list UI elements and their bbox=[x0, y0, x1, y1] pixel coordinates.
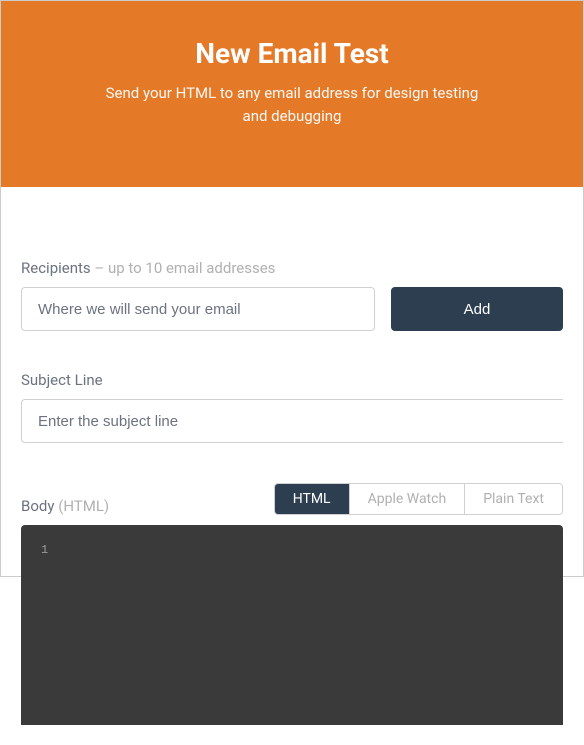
form-content: Recipients – up to 10 email addresses Ad… bbox=[1, 187, 583, 745]
tab-html[interactable]: HTML bbox=[275, 484, 350, 514]
subject-input[interactable] bbox=[21, 399, 563, 443]
tab-plain-text[interactable]: Plain Text bbox=[465, 484, 562, 514]
recipients-field-group: Recipients – up to 10 email addresses Ad… bbox=[21, 259, 563, 331]
recipients-label-text: Recipients bbox=[21, 259, 91, 277]
editor-line-number: 1 bbox=[41, 543, 48, 557]
body-hint: (HTML) bbox=[54, 497, 109, 515]
page-subtitle: Send your HTML to any email address for … bbox=[92, 82, 492, 127]
body-field-group: Body (HTML) HTML Apple Watch Plain Text … bbox=[21, 483, 563, 725]
recipients-label: Recipients – up to 10 email addresses bbox=[21, 259, 563, 277]
body-label: Body (HTML) bbox=[21, 497, 109, 515]
html-editor[interactable]: 1 bbox=[21, 525, 563, 725]
body-tabs: HTML Apple Watch Plain Text bbox=[274, 483, 563, 515]
add-button[interactable]: Add bbox=[391, 287, 563, 331]
recipients-row: Add bbox=[21, 287, 563, 331]
recipients-hint: – up to 10 email addresses bbox=[91, 259, 276, 277]
body-label-text: Body bbox=[21, 497, 54, 515]
subject-field-group: Subject Line bbox=[21, 371, 563, 443]
subject-label: Subject Line bbox=[21, 371, 563, 389]
body-header-row: Body (HTML) HTML Apple Watch Plain Text bbox=[21, 483, 563, 515]
header-banner: New Email Test Send your HTML to any ema… bbox=[1, 1, 583, 187]
page-title: New Email Test bbox=[41, 37, 543, 70]
recipients-input[interactable] bbox=[21, 287, 375, 331]
tab-apple-watch[interactable]: Apple Watch bbox=[350, 484, 466, 514]
